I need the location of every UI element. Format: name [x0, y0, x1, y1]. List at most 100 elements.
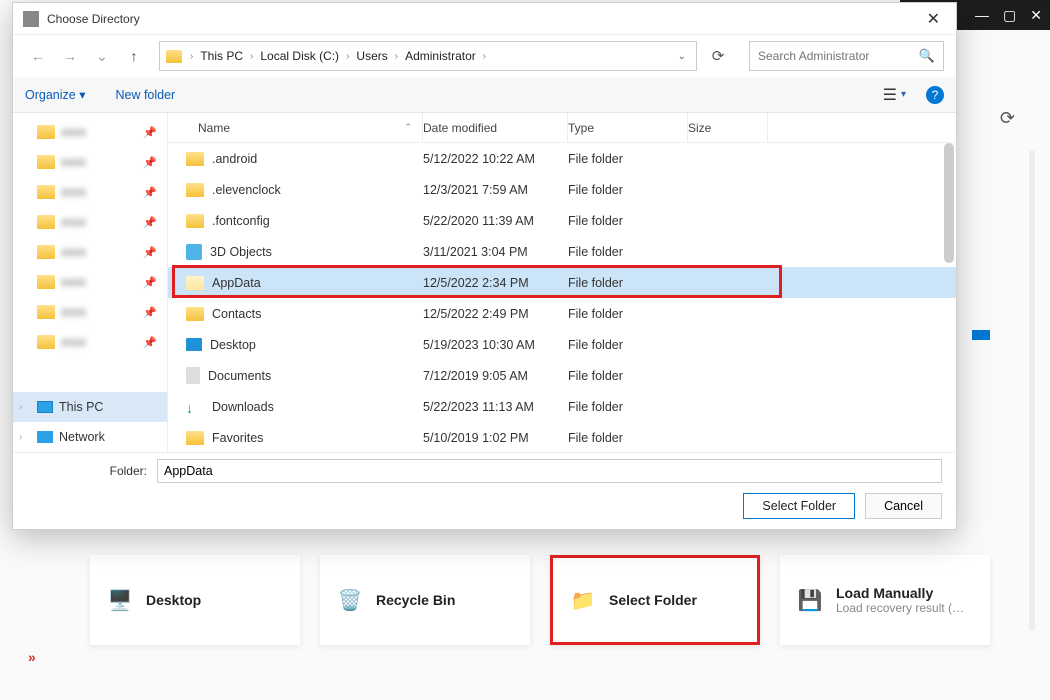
minimize-button[interactable]: — — [975, 7, 989, 23]
card-load-manually[interactable]: 💾 Load Manually Load recovery result (*… — [780, 555, 990, 645]
expand-icon[interactable]: » — [28, 649, 36, 665]
scrollbar[interactable] — [1029, 150, 1035, 630]
file-row[interactable]: .android5/12/2022 10:22 AMFile folder — [168, 143, 956, 174]
card-desktop[interactable]: 🖥️ Desktop — [90, 555, 300, 645]
column-headers: Name⌃ Date modified Type Size — [168, 113, 956, 143]
tree-quick-access-item[interactable]: xxxx📌 — [13, 267, 167, 297]
file-type: File folder — [568, 307, 688, 321]
folder-icon — [37, 275, 55, 289]
file-row[interactable]: Downloads5/22/2023 11:13 AMFile folder — [168, 391, 956, 422]
file-date: 12/5/2022 2:49 PM — [423, 307, 568, 321]
cancel-button[interactable]: Cancel — [865, 493, 942, 519]
file-date: 5/22/2023 11:13 AM — [423, 400, 568, 414]
file-row[interactable]: Documents7/12/2019 9:05 AMFile folder — [168, 360, 956, 391]
back-button[interactable]: ← — [25, 43, 51, 69]
chevron-right-icon[interactable]: › — [19, 432, 22, 443]
pc-icon — [37, 401, 53, 413]
file-row[interactable]: Desktop5/19/2023 10:30 AMFile folder — [168, 329, 956, 360]
file-name: AppData — [212, 276, 261, 290]
search-box[interactable]: 🔍 — [749, 41, 944, 71]
col-date[interactable]: Date modified — [423, 113, 568, 142]
refresh-icon[interactable]: ⟳ — [1000, 108, 1015, 129]
folder-icon — [166, 50, 182, 63]
decorative-stripe — [972, 330, 990, 340]
tree-quick-access-item[interactable]: xxxx📌 — [13, 177, 167, 207]
card-desktop-label: Desktop — [146, 592, 201, 608]
bc-users[interactable]: Users — [353, 49, 390, 63]
card-load-label: Load Manually — [836, 585, 966, 601]
search-icon[interactable]: 🔍 — [919, 48, 935, 64]
col-size[interactable]: Size — [688, 113, 768, 142]
up-button[interactable]: ↑ — [121, 43, 147, 69]
nav-bar: ← → ⌄ ↑ › This PC › Local Disk (C:) › Us… — [13, 35, 956, 77]
breadcrumb[interactable]: › This PC › Local Disk (C:) › Users › Ad… — [159, 41, 697, 71]
file-name: .fontconfig — [212, 214, 270, 228]
file-date: 5/12/2022 10:22 AM — [423, 152, 568, 166]
organize-menu[interactable]: Organize ▾ — [25, 87, 85, 102]
chevron-right-icon[interactable]: › — [19, 402, 22, 413]
folder-icon — [37, 245, 55, 259]
folder-name-input[interactable] — [157, 459, 942, 483]
tree-quick-access-item[interactable]: xxxx📌 — [13, 327, 167, 357]
file-type: File folder — [568, 369, 688, 383]
bc-administrator[interactable]: Administrator — [402, 49, 479, 63]
help-button[interactable]: ? — [926, 86, 944, 104]
forward-button[interactable]: → — [57, 43, 83, 69]
tree-quick-access-item[interactable]: xxxx📌 — [13, 207, 167, 237]
chevron-down-icon[interactable]: ⌄ — [678, 51, 686, 62]
tree-quick-access-item[interactable]: xxxx📌 — [13, 297, 167, 327]
file-date: 5/10/2019 1:02 PM — [423, 431, 568, 445]
tree-quick-access-item[interactable]: xxxx📌 — [13, 117, 167, 147]
file-row[interactable]: Favorites5/10/2019 1:02 PMFile folder — [168, 422, 956, 452]
folder-icon — [186, 276, 204, 290]
tree-label: Network — [59, 430, 105, 444]
tree-quick-access-item[interactable]: xxxx📌 — [13, 147, 167, 177]
file-name: Documents — [208, 369, 271, 383]
col-type[interactable]: Type — [568, 113, 688, 142]
view-icon[interactable]: ☰ — [883, 85, 897, 105]
tree-this-pc[interactable]: › This PC — [13, 392, 167, 422]
file-date: 12/5/2022 2:34 PM — [423, 276, 568, 290]
dialog-close-button[interactable]: ✕ — [921, 9, 946, 29]
tree-label: This PC — [59, 400, 103, 414]
folder-icon — [186, 431, 204, 445]
col-name[interactable]: Name⌃ — [168, 113, 423, 142]
pin-icon: 📌 — [143, 126, 157, 139]
file-name: Desktop — [210, 338, 256, 352]
file-date: 5/22/2020 11:39 AM — [423, 214, 568, 228]
file-row[interactable]: AppData12/5/2022 2:34 PMFile folder — [168, 267, 956, 298]
card-recycle-bin[interactable]: 🗑️ Recycle Bin — [320, 555, 530, 645]
tree-network[interactable]: › Network — [13, 422, 167, 452]
file-type: File folder — [568, 214, 688, 228]
pin-icon: 📌 — [143, 276, 157, 289]
chevron-right-icon: › — [188, 51, 195, 62]
dialog-titlebar: Choose Directory ✕ — [13, 3, 956, 35]
bc-disk-c[interactable]: Local Disk (C:) — [257, 49, 342, 63]
file-date: 5/19/2023 10:30 AM — [423, 338, 568, 352]
folder-icon — [186, 400, 204, 414]
search-input[interactable] — [758, 49, 919, 63]
nav-tree: xxxx📌xxxx📌xxxx📌xxxx📌xxxx📌xxxx📌xxxx📌xxxx📌… — [13, 113, 168, 452]
file-row[interactable]: Contacts12/5/2022 2:49 PMFile folder — [168, 298, 956, 329]
tree-quick-access-item[interactable]: xxxx📌 — [13, 237, 167, 267]
file-date: 3/11/2021 3:04 PM — [423, 245, 568, 259]
choose-directory-dialog: Choose Directory ✕ ← → ⌄ ↑ › This PC › L… — [12, 2, 957, 530]
file-row[interactable]: .fontconfig 5/22/2020 11:39 AMFile folder — [168, 205, 956, 236]
location-cards: 🖥️ Desktop 🗑️ Recycle Bin 📁 Select Folde… — [90, 555, 1020, 645]
file-row[interactable]: .elevenclock12/3/2021 7:59 AMFile folder — [168, 174, 956, 205]
select-folder-button[interactable]: Select Folder — [743, 493, 855, 519]
bc-this-pc[interactable]: This PC — [197, 49, 246, 63]
scrollbar-thumb[interactable] — [944, 143, 954, 263]
maximize-button[interactable]: ▢ — [1003, 7, 1016, 24]
recent-button[interactable]: ⌄ — [89, 43, 115, 69]
file-name: Downloads — [212, 400, 274, 414]
sort-asc-icon: ⌃ — [404, 122, 412, 133]
load-icon: 💾 — [796, 586, 824, 614]
view-menu-caret[interactable]: ▾ — [901, 89, 906, 100]
file-row[interactable]: 3D Objects3/11/2021 3:04 PMFile folder — [168, 236, 956, 267]
file-type: File folder — [568, 245, 688, 259]
close-button[interactable]: ✕ — [1030, 7, 1042, 24]
new-folder-button[interactable]: New folder — [115, 88, 175, 102]
card-select-folder[interactable]: 📁 Select Folder — [550, 555, 760, 645]
refresh-button[interactable]: ⟳ — [703, 47, 733, 65]
